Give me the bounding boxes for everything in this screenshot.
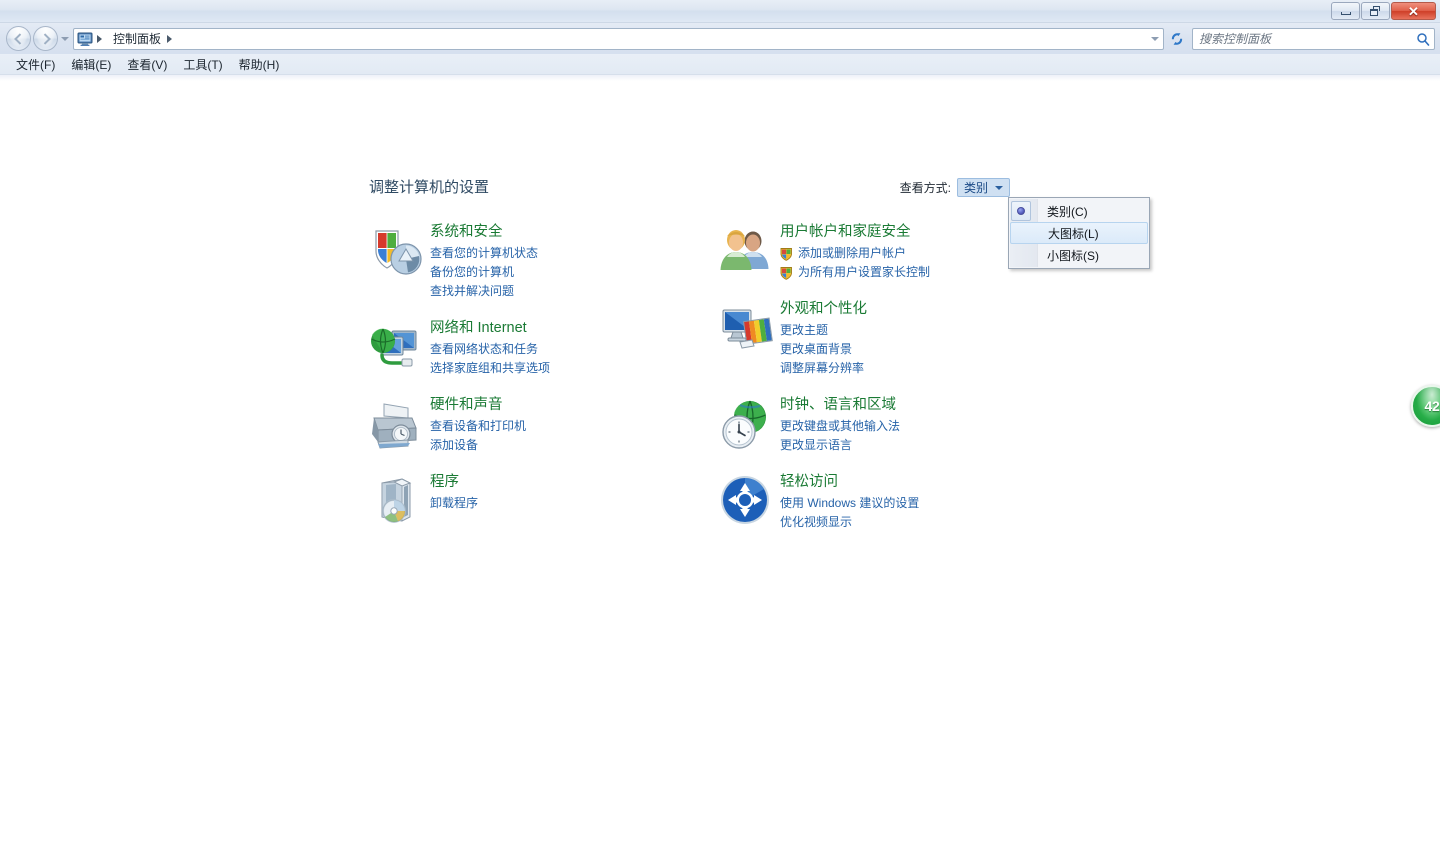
search-input[interactable]	[1193, 31, 1412, 46]
close-icon: ✕	[1408, 3, 1419, 19]
menu-view[interactable]: 查看(V)	[119, 54, 175, 75]
category-link[interactable]: 查看网络状态和任务	[430, 340, 686, 359]
category-title[interactable]: 外观和个性化	[780, 300, 867, 319]
forward-arrow-icon	[39, 32, 51, 45]
back-arrow-icon	[13, 32, 25, 45]
chevron-down-icon	[1151, 36, 1159, 41]
category-clock-language-and-region: 时钟、语言和区域 更改键盘或其他输入法 更改显示语言	[716, 396, 1036, 455]
radio-selected-icon	[1017, 207, 1025, 215]
menu-edit[interactable]: 编辑(E)	[63, 54, 119, 75]
printer-hardware-icon[interactable]	[368, 396, 424, 452]
breadcrumb-separator-1[interactable]	[167, 34, 173, 43]
refresh-button[interactable]	[1166, 28, 1188, 50]
restore-icon	[1370, 6, 1381, 16]
category-user-accounts-and-family-safety: 用户帐户和家庭安全 添加或删除用户帐户 为所有用户设置家长控制	[716, 223, 1036, 282]
category-link[interactable]: 更改键盘或其他输入法	[780, 417, 1036, 436]
security-shield-icon[interactable]	[368, 223, 424, 279]
category-link[interactable]: 使用 Windows 建议的设置	[780, 494, 1036, 513]
title-bar: ✕	[0, 0, 1440, 23]
view-option-large-icons[interactable]: 大图标(L)	[1010, 222, 1148, 244]
view-option-category[interactable]: 类别(C)	[1009, 200, 1149, 222]
minimize-button[interactable]	[1331, 2, 1360, 20]
category-link[interactable]: 查看设备和打印机	[430, 417, 686, 436]
programs-cd-icon[interactable]	[368, 473, 424, 529]
view-by-dropdown-menu: 类别(C) 大图标(L) 小图标(S)	[1008, 197, 1150, 269]
address-bar-row: 控制面板	[0, 23, 1440, 54]
view-option-label: 小图标(S)	[1047, 248, 1099, 263]
chevron-down-icon	[61, 36, 69, 41]
appearance-monitor-icon[interactable]	[718, 300, 774, 356]
uac-shield-icon	[780, 247, 793, 261]
uac-shield-icon	[780, 266, 793, 280]
view-by-control: 查看方式: 类别	[900, 178, 1010, 197]
category-link[interactable]: 更改显示语言	[780, 436, 1036, 455]
menu-bar: 文件(F) 编辑(E) 查看(V) 工具(T) 帮助(H)	[0, 54, 1440, 75]
restore-button[interactable]	[1361, 2, 1390, 20]
category-link[interactable]: 选择家庭组和共享选项	[430, 359, 686, 378]
recent-pages-button[interactable]	[58, 28, 72, 50]
control-panel-window: ✕ 控制面板 搜索控制面板 文件(F) 编辑(E) 查看(V) 工具(T) 帮助…	[0, 0, 1440, 861]
category-link[interactable]: 调整屏幕分辨率	[780, 359, 1036, 378]
back-button[interactable]	[6, 26, 31, 51]
category-link[interactable]: 优化视频显示	[780, 513, 1036, 532]
category-title[interactable]: 用户帐户和家庭安全	[780, 223, 911, 242]
address-dropdown-button[interactable]	[1151, 29, 1159, 49]
menu-file[interactable]: 文件(F)	[8, 54, 63, 75]
view-option-label: 大图标(L)	[1048, 226, 1099, 241]
minimize-icon	[1340, 12, 1351, 15]
category-link[interactable]: 查找并解决问题	[430, 282, 686, 301]
category-link[interactable]: 为所有用户设置家长控制	[780, 263, 1036, 282]
category-link-label: 为所有用户设置家长控制	[798, 265, 931, 279]
control-panel-icon	[77, 31, 93, 47]
category-link[interactable]: 更改主题	[780, 321, 1036, 340]
category-column-left: 系统和安全 查看您的计算机状态 备份您的计算机 查找并解决问题 网络和 Inte…	[366, 223, 686, 547]
overlay-count-value: 42	[1424, 398, 1440, 414]
category-title[interactable]: 轻松访问	[780, 473, 838, 492]
category-link[interactable]: 添加设备	[430, 436, 686, 455]
category-link[interactable]: 备份您的计算机	[430, 263, 686, 282]
content-top-shading	[0, 75, 1440, 81]
page-title: 调整计算机的设置	[369, 179, 490, 196]
category-column-right: 用户帐户和家庭安全 添加或删除用户帐户 为所有用户设置家长控制 外观和个性化 更…	[716, 223, 1036, 550]
view-by-label: 查看方式:	[899, 181, 951, 195]
network-globe-icon[interactable]	[368, 319, 424, 375]
content-area: 调整计算机的设置 查看方式: 类别 类别(C) 大图标(L) 小图标(S) 系统…	[0, 75, 1440, 861]
menu-tools[interactable]: 工具(T)	[175, 54, 230, 75]
category-system-and-security: 系统和安全 查看您的计算机状态 备份您的计算机 查找并解决问题	[366, 223, 686, 301]
category-title[interactable]: 时钟、语言和区域	[780, 396, 896, 415]
user-accounts-icon[interactable]	[718, 223, 774, 279]
address-bar[interactable]: 控制面板	[73, 27, 1164, 50]
search-box[interactable]	[1192, 27, 1435, 50]
category-link[interactable]: 卸载程序	[430, 494, 686, 513]
category-title[interactable]: 硬件和声音	[430, 396, 503, 415]
breadcrumb-item-control-panel[interactable]: 控制面板	[111, 30, 163, 47]
view-option-small-icons[interactable]: 小图标(S)	[1009, 244, 1149, 266]
category-hardware-and-sound: 硬件和声音 查看设备和打印机 添加设备	[366, 396, 686, 455]
view-option-label: 类别(C)	[1047, 204, 1088, 219]
category-title[interactable]: 程序	[430, 473, 459, 492]
forward-button[interactable]	[33, 26, 58, 51]
breadcrumb-separator-root[interactable]	[97, 34, 102, 43]
category-link[interactable]: 更改桌面背景	[780, 340, 1036, 359]
search-icon[interactable]	[1412, 32, 1434, 46]
category-link-label: 添加或删除用户帐户	[798, 246, 907, 260]
close-button[interactable]: ✕	[1391, 2, 1436, 20]
category-ease-of-access: 轻松访问 使用 Windows 建议的设置 优化视频显示	[716, 473, 1036, 532]
menu-help[interactable]: 帮助(H)	[231, 54, 288, 75]
navigation-arrows	[6, 26, 58, 51]
chevron-down-icon	[995, 185, 1003, 190]
category-programs: 程序 卸载程序	[366, 473, 686, 529]
category-network-and-internet: 网络和 Internet 查看网络状态和任务 选择家庭组和共享选项	[366, 319, 686, 378]
overlay-count-badge[interactable]: 42	[1411, 385, 1440, 427]
view-by-dropdown-button[interactable]: 类别	[956, 178, 1010, 197]
category-link[interactable]: 查看您的计算机状态	[430, 244, 686, 263]
clock-globe-icon[interactable]	[718, 396, 774, 452]
view-by-selected-value: 类别	[963, 181, 988, 195]
ease-of-access-icon[interactable]	[718, 473, 774, 529]
category-appearance-and-personalization: 外观和个性化 更改主题 更改桌面背景 调整屏幕分辨率	[716, 300, 1036, 378]
category-title[interactable]: 系统和安全	[430, 223, 503, 242]
window-controls: ✕	[1331, 2, 1436, 20]
category-title[interactable]: 网络和 Internet	[430, 319, 527, 338]
category-link[interactable]: 添加或删除用户帐户	[780, 244, 1036, 263]
